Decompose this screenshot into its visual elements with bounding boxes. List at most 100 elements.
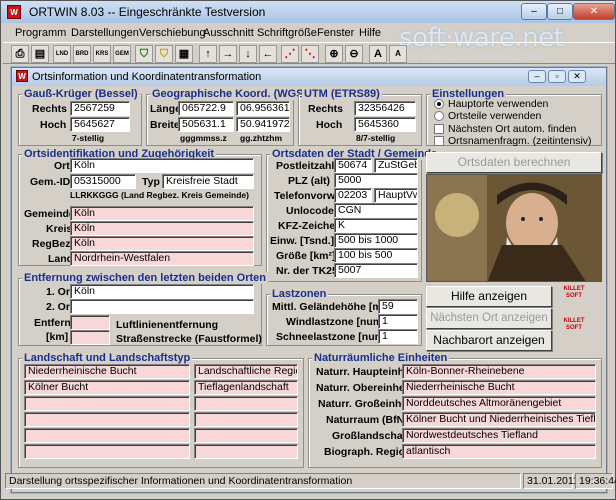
- unlocode-field[interactable]: CGN: [334, 203, 418, 218]
- gem-icon[interactable]: GEM: [113, 45, 131, 63]
- status-text: Darstellung ortsspezifischer Information…: [5, 473, 521, 489]
- landschaft-name-3[interactable]: [24, 396, 190, 411]
- grid-icon[interactable]: ▦: [175, 45, 193, 63]
- hoehe-field[interactable]: 59: [378, 299, 418, 314]
- strasse-field[interactable]: [70, 330, 110, 345]
- geo-laenge-dec-field[interactable]: 06.956361: [236, 101, 290, 116]
- ident-regbez-field[interactable]: Köln: [70, 236, 254, 251]
- brd-icon[interactable]: BRD: [73, 45, 91, 63]
- page-icon[interactable]: ▤: [31, 45, 49, 63]
- inner-restore-button[interactable]: ▫: [548, 70, 566, 83]
- menu-programm[interactable]: Programm: [15, 27, 66, 39]
- tel-field[interactable]: 02203: [334, 188, 372, 203]
- ident-gemeinde-field[interactable]: Köln: [70, 206, 254, 221]
- minimize-button[interactable]: ‒: [521, 3, 547, 20]
- naechsten-ort-button[interactable]: Nächsten Ort anzeigen: [426, 308, 552, 329]
- landschaft-name-1[interactable]: Niederrheinische Bucht: [24, 364, 190, 379]
- route2-icon[interactable]: ⋱: [301, 45, 319, 63]
- landschaft-typ-3[interactable]: [194, 396, 298, 411]
- ident-kreis-field[interactable]: Köln: [70, 221, 254, 236]
- check-naechster-ort[interactable]: [434, 124, 444, 134]
- zoom-out-icon[interactable]: ⊖: [345, 45, 363, 63]
- natur-value-6[interactable]: atlantisch: [402, 444, 596, 459]
- inner-minimize-button[interactable]: –: [528, 70, 546, 83]
- print-icon[interactable]: ⎙: [11, 45, 29, 63]
- natur-value-3[interactable]: Norddeutsches Altmoränengebiet: [402, 396, 596, 411]
- nachbarort-button[interactable]: Nachbarort anzeigen: [426, 330, 552, 351]
- zoom-in-icon[interactable]: ⊕: [325, 45, 343, 63]
- landschaft-typ-1[interactable]: Landschaftliche Region: [194, 364, 298, 379]
- menu-ausschnitt[interactable]: Ausschnitt: [203, 27, 254, 39]
- tk-field[interactable]: 5007: [334, 263, 418, 278]
- ident-kreis-label: Kreis: [46, 223, 73, 235]
- landschaft-name-4[interactable]: [24, 412, 190, 427]
- unlocode-label: Unlocode: [286, 205, 334, 217]
- window-title: ORTWIN 8.03 -- Eingeschränkte Testversio…: [29, 5, 266, 19]
- landschaft-typ-2[interactable]: Tieflagenlandschaft: [194, 380, 298, 395]
- lastzonen-title: Lastzonen: [270, 288, 329, 300]
- tel-type-field[interactable]: HauptVw.: [374, 188, 418, 203]
- schnee-field[interactable]: 1: [378, 329, 418, 344]
- gk-hoch-field[interactable]: 5645627: [70, 117, 130, 132]
- landschaft-typ-5[interactable]: [194, 428, 298, 443]
- utm-hoch-field[interactable]: 5645360: [354, 117, 416, 132]
- inner-close-button[interactable]: ✕: [568, 70, 586, 83]
- radio-ortsteile[interactable]: [434, 111, 444, 121]
- arrow-up-icon[interactable]: ↑: [199, 45, 217, 63]
- natur-value-5[interactable]: Nordwestdeutsches Tiefland: [402, 428, 596, 443]
- menu-hilfe[interactable]: Hilfe: [359, 27, 381, 39]
- gk-rechts-field[interactable]: 2567259: [70, 101, 130, 116]
- landschaft-name-6[interactable]: [24, 444, 190, 459]
- utm-rechts-field[interactable]: 32356426: [354, 101, 416, 116]
- plz-field[interactable]: 50674: [334, 158, 372, 173]
- wind-field[interactable]: 1: [378, 314, 418, 329]
- ident-gemeinde-label: Gemeinde: [24, 208, 75, 220]
- radio-hauptorte[interactable]: [434, 99, 444, 109]
- groesse-field[interactable]: 100 bis 500: [334, 248, 418, 263]
- plzalt-field[interactable]: 5000: [334, 173, 418, 188]
- krs-icon[interactable]: KRS: [93, 45, 111, 63]
- font-small-icon[interactable]: A: [389, 45, 407, 63]
- shield-yellow-icon[interactable]: ⛉: [155, 45, 173, 63]
- menu-verschiebung[interactable]: Verschiebung: [139, 27, 206, 39]
- landschaft-name-5[interactable]: [24, 428, 190, 443]
- ort1-field[interactable]: Köln: [70, 284, 254, 299]
- plz-type-field[interactable]: ZuStGeb.: [374, 158, 418, 173]
- landschaft-typ-6[interactable]: [194, 444, 298, 459]
- close-button[interactable]: ✕: [573, 3, 615, 20]
- kfz-field[interactable]: K: [334, 218, 418, 233]
- hilfe-anzeigen-button[interactable]: Hilfe anzeigen: [426, 286, 552, 307]
- utm-rechts-label: Rechts: [308, 103, 344, 115]
- arrow-down-icon[interactable]: ↓: [239, 45, 257, 63]
- menu-darstellungen[interactable]: Darstellungen: [71, 27, 139, 39]
- lnd-icon[interactable]: LND: [53, 45, 71, 63]
- arrow-left-icon[interactable]: ←: [259, 45, 277, 63]
- landschaft-typ-4[interactable]: [194, 412, 298, 427]
- check-ortsnamenfragm[interactable]: [434, 136, 444, 146]
- menu-schriftgroesse[interactable]: Schriftgröße: [257, 27, 317, 39]
- route-icon[interactable]: ⋰: [281, 45, 299, 63]
- ortsdaten-berechnen-button[interactable]: Ortsdaten berechnen: [426, 152, 602, 173]
- landschaft-name-2[interactable]: Kölner Bucht: [24, 380, 190, 395]
- geo-breite-dms-field[interactable]: 505631.1: [178, 117, 234, 132]
- font-large-icon[interactable]: A: [369, 45, 387, 63]
- einw-field[interactable]: 500 bis 1000: [334, 233, 418, 248]
- ident-typ-field[interactable]: Kreisfreie Stadt: [162, 174, 254, 189]
- arrow-right-icon[interactable]: →: [219, 45, 237, 63]
- inner-title-bar: W Ortsinformation und Koordinatentransfo…: [12, 68, 606, 86]
- geo-breite-dec-field[interactable]: 50.941972: [236, 117, 290, 132]
- entfernung-title: Entfernung zwischen den letzten beiden O…: [22, 272, 269, 284]
- geo-laenge-dms-field[interactable]: 065722.9: [178, 101, 234, 116]
- ort2-field[interactable]: [70, 299, 254, 314]
- natur-label-2: Naturr. Obereinheit: [316, 382, 412, 394]
- natur-value-2[interactable]: Niederrheinische Bucht: [402, 380, 596, 395]
- menu-fenster[interactable]: Fenster: [317, 27, 354, 39]
- ident-land-field[interactable]: Nordrhein-Westfalen: [70, 251, 254, 266]
- natur-value-1[interactable]: Köln-Bonner-Rheinebene: [402, 364, 596, 379]
- natur-value-4[interactable]: Kölner Bucht und Niederrheinisches Tiefl…: [402, 412, 596, 427]
- ident-ort-field[interactable]: Köln: [70, 158, 254, 173]
- shield-icon[interactable]: ⛉: [135, 45, 153, 63]
- maximize-button[interactable]: □: [547, 3, 573, 20]
- luftlinie-field[interactable]: [70, 315, 110, 330]
- ident-gem-field[interactable]: 05315000: [70, 174, 136, 189]
